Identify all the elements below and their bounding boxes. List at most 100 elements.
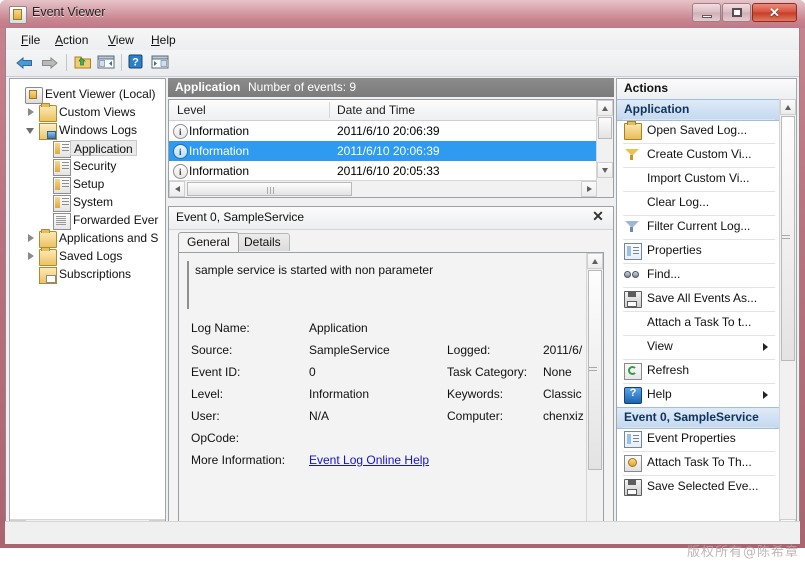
action-item-properties[interactable]: Properties: [617, 239, 780, 263]
events-list[interactable]: Level Date and Time i Information 2011/6/1…: [168, 99, 614, 198]
help-button[interactable]: ?: [127, 53, 149, 73]
tree-item-label: Application: [70, 140, 137, 156]
action-item-save-all-events-as[interactable]: Save All Events As...: [617, 287, 780, 311]
chevron-up-icon[interactable]: [624, 108, 634, 113]
close-button[interactable]: ✕: [752, 3, 797, 22]
grip-icon: [782, 235, 790, 241]
action-item-label: Attach Task To Th...: [647, 455, 752, 469]
action-item-create-custom-vi[interactable]: Create Custom Vi...: [617, 143, 780, 167]
event-log-online-help-link[interactable]: Event Log Online Help: [309, 453, 429, 467]
action-item-refresh[interactable]: Refresh: [617, 359, 780, 383]
action-item-filter-current-log[interactable]: Filter Current Log...: [617, 215, 780, 239]
menu-view[interactable]: View: [101, 31, 141, 49]
forwarded-events-icon: [53, 213, 71, 230]
event-message: sample service is started with non param…: [195, 263, 434, 277]
field-label-user: User:: [191, 409, 220, 423]
column-header-datetime[interactable]: Date and Time: [337, 103, 415, 117]
action-item-attach-task-to-th[interactable]: Attach Task To Th...: [617, 451, 780, 475]
expand-twisty-icon[interactable]: [26, 107, 37, 118]
scroll-down-arrow[interactable]: [597, 162, 613, 178]
maximize-button[interactable]: [722, 3, 751, 22]
action-item-label: Find...: [647, 267, 681, 281]
submenu-arrow-icon[interactable]: [763, 391, 768, 399]
column-header-level[interactable]: Level: [177, 103, 206, 117]
action-item-label: Create Custom Vi...: [647, 147, 752, 161]
scroll-thumb[interactable]: [598, 117, 612, 139]
submenu-arrow-icon[interactable]: [763, 343, 768, 351]
close-icon: ✕: [769, 5, 780, 20]
action-item-label: View: [647, 339, 673, 353]
scroll-up-arrow[interactable]: [780, 99, 796, 115]
cell-datetime: 2011/6/10 20:06:39: [337, 124, 440, 138]
event-viewer-icon: [25, 87, 43, 104]
events-horizontal-scrollbar[interactable]: [169, 180, 597, 197]
field-value-event-id: 0: [309, 365, 316, 379]
scroll-thumb[interactable]: [588, 270, 602, 470]
maximize-icon: [723, 4, 750, 21]
minimize-button[interactable]: [692, 3, 721, 22]
actions-group-header[interactable]: Application: [617, 99, 780, 121]
action-item-attach-a-task-to-t[interactable]: Attach a Task To t...: [617, 311, 780, 335]
action-item-view[interactable]: View: [617, 335, 780, 359]
column-divider[interactable]: [329, 102, 330, 118]
actions-vertical-scrollbar[interactable]: [779, 99, 796, 536]
tree-item-label: Setup: [73, 177, 105, 191]
field-value-computer: chenxiz: [543, 409, 584, 423]
chevron-up-icon[interactable]: [624, 416, 634, 421]
actions-group-header[interactable]: Event 0, SampleService: [617, 407, 780, 429]
show-hide-action-pane-button[interactable]: [150, 53, 172, 73]
expand-twisty-icon[interactable]: [26, 233, 37, 244]
show-hide-tree-button[interactable]: [96, 53, 118, 73]
table-row[interactable]: i Information 2011/6/10 20:06:39: [169, 121, 597, 141]
scroll-left-arrow[interactable]: [169, 181, 185, 197]
tab-general[interactable]: General: [178, 232, 239, 252]
event-detail-title: Event 0, SampleService: [176, 210, 305, 224]
scroll-up-arrow[interactable]: [587, 253, 603, 269]
expand-twisty-icon[interactable]: [26, 251, 37, 262]
field-label-source: Source:: [191, 343, 233, 357]
table-row[interactable]: i Information 2011/6/10 20:05:33: [169, 161, 597, 181]
open-folder-icon: [74, 56, 91, 69]
saved-logs-icon: [39, 247, 57, 266]
title-bar: Event Viewer ✕: [0, 0, 805, 28]
detail-close-icon[interactable]: ✕: [590, 209, 606, 225]
menu-help[interactable]: Help: [144, 31, 183, 49]
actions-header-label: Actions: [624, 81, 669, 95]
action-item-import-custom-vi[interactable]: Import Custom Vi...: [617, 167, 780, 191]
events-header: Application Number of events: 9: [168, 78, 614, 97]
tab-details[interactable]: Details: [235, 233, 290, 251]
menu-action[interactable]: Action: [48, 31, 95, 49]
scroll-thumb[interactable]: [781, 116, 795, 361]
action-item-clear-log[interactable]: Clear Log...: [617, 191, 780, 215]
events-vertical-scrollbar[interactable]: [596, 100, 613, 197]
back-arrow-icon: [16, 57, 32, 69]
scroll-thumb[interactable]: [187, 182, 352, 196]
toolbar: ?: [6, 50, 799, 77]
log-icon: [53, 195, 71, 212]
collapse-twisty-icon[interactable]: [26, 125, 37, 136]
action-item-find[interactable]: Find...: [617, 263, 780, 287]
event-message-box: sample service is started with non param…: [187, 261, 572, 309]
divider: [623, 427, 775, 428]
filter-gray-icon: [624, 219, 640, 234]
event-detail-header: Event 0, SampleService ✕: [169, 207, 613, 230]
open-folder-button[interactable]: [73, 53, 95, 73]
back-button[interactable]: [14, 53, 36, 73]
action-item-label: Event Properties: [647, 431, 736, 445]
action-item-open-saved-log[interactable]: Open Saved Log...: [617, 119, 780, 143]
scroll-up-arrow[interactable]: [597, 100, 613, 116]
save-icon: [624, 479, 642, 496]
events-pane: Application Number of events: 9 Level Da…: [168, 78, 614, 537]
information-icon: i: [173, 164, 188, 179]
table-row[interactable]: i Information 2011/6/10 20:06:39: [169, 141, 597, 161]
action-item-event-properties[interactable]: Event Properties: [617, 427, 780, 451]
menu-file[interactable]: File: [14, 31, 47, 49]
event-viewer-icon: [9, 6, 27, 24]
action-item-help[interactable]: Help: [617, 383, 780, 407]
menu-bar: File Action View Help: [6, 28, 799, 51]
forward-button[interactable]: [39, 53, 61, 73]
scroll-right-arrow[interactable]: [581, 181, 597, 197]
console-tree-pane[interactable]: Event Viewer (Local) Custom Views Windows …: [9, 78, 166, 537]
detail-vertical-scrollbar[interactable]: [586, 253, 603, 537]
action-item-save-selected-eve[interactable]: Save Selected Eve...: [617, 475, 780, 499]
